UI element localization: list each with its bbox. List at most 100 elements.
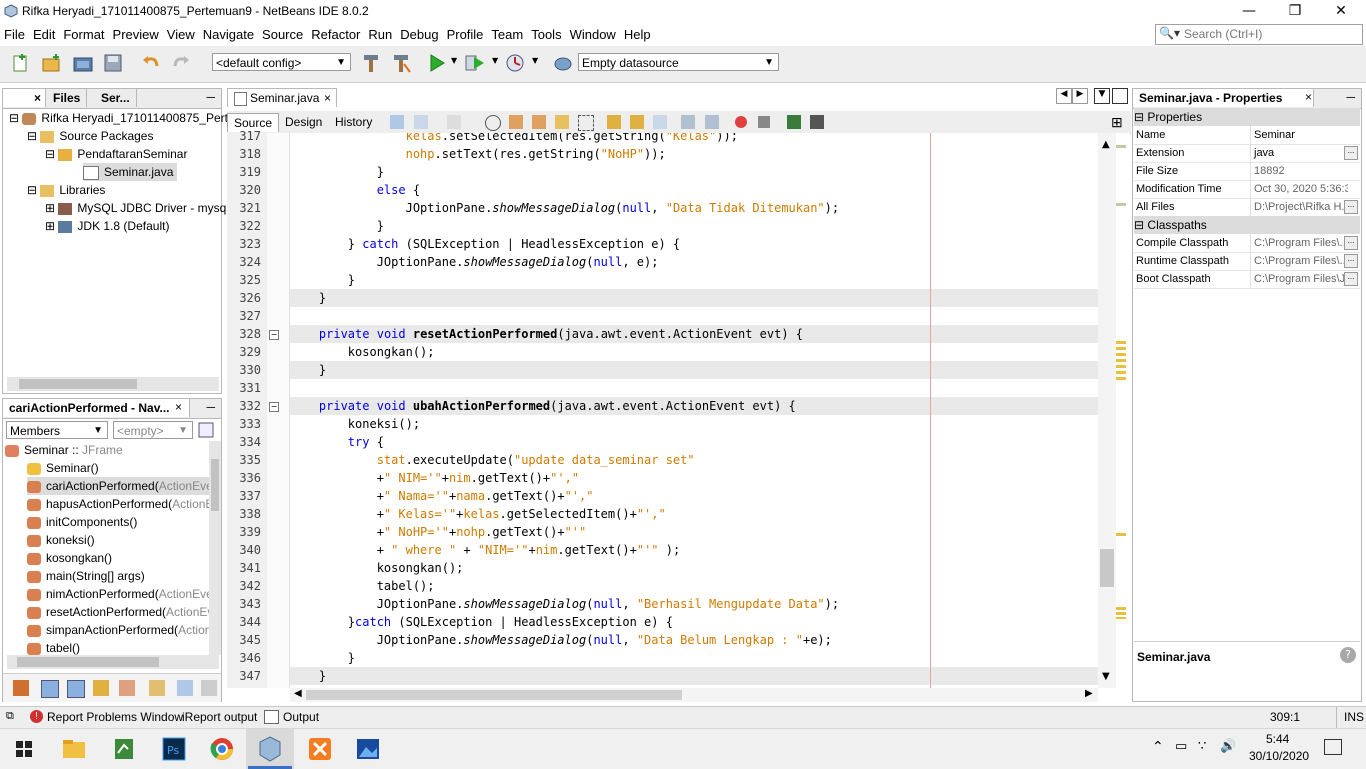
minimize-button[interactable]: — — [1226, 0, 1272, 24]
restore-windows-icon[interactable]: ⧉ — [6, 710, 14, 723]
new-project-icon[interactable] — [40, 52, 62, 74]
restore-button[interactable]: ❐ — [1272, 0, 1318, 24]
report-problems-button[interactable]: Report Problems Window — [47, 710, 183, 724]
expand-icon[interactable]: ⊞ — [45, 201, 55, 215]
property-value[interactable]: C:\Program Files\... — [1250, 252, 1348, 270]
show-hidden-icons[interactable]: ⌃ — [1152, 739, 1164, 755]
error-stripe[interactable] — [1116, 133, 1130, 688]
stripe-mark[interactable] — [1116, 145, 1126, 148]
minimize-panel-icon[interactable]: ─ — [206, 400, 215, 414]
filter-select[interactable]: <empty> ▼ — [113, 421, 193, 439]
tree-seminar-java[interactable]: Seminar.java — [83, 163, 178, 181]
stripe-mark[interactable] — [1116, 341, 1126, 381]
property-value[interactable]: Seminar — [1250, 126, 1348, 144]
config-select[interactable]: <default config> ▼ — [212, 53, 351, 71]
profile-icon[interactable] — [504, 52, 526, 74]
close-button[interactable]: ✕ — [1318, 0, 1364, 24]
clock-time[interactable]: 5:44 — [1266, 732, 1289, 746]
view-history[interactable]: History — [329, 113, 378, 131]
collapse-icon[interactable]: ⊟ — [27, 129, 37, 143]
navigator-class[interactable]: Seminar :: JFrame — [5, 441, 123, 459]
notepad-icon[interactable] — [106, 733, 142, 765]
windows-start-icon[interactable] — [6, 733, 42, 765]
fold-icon[interactable]: − — [269, 330, 279, 340]
navigator-member[interactable]: tabel() — [27, 639, 80, 655]
forward-icon[interactable] — [447, 115, 461, 129]
menu-window[interactable]: Window — [566, 24, 620, 42]
property-value[interactable]: D:\Project\Rifka H... — [1250, 198, 1348, 216]
edit-property-button[interactable]: ... — [1344, 272, 1358, 286]
menu-profile[interactable]: Profile — [443, 24, 488, 42]
tab-projects[interactable]: × — [3, 89, 46, 107]
clean-build-icon[interactable] — [390, 52, 412, 74]
property-row[interactable]: All Files D:\Project\Rifka H...... — [1134, 198, 1360, 217]
navigator-member[interactable]: nimActionPerformed(ActionEvent — [27, 585, 209, 603]
tree-source-packages[interactable]: ⊟ Source Packages — [27, 127, 153, 145]
property-value[interactable]: C:\Program Files\J... — [1250, 270, 1348, 288]
tree-mysql-driver[interactable]: ⊞ MySQL JDBC Driver - mysql-c — [45, 199, 239, 217]
property-row[interactable]: File Size 18892 — [1134, 162, 1360, 181]
next-bookmark-icon[interactable] — [630, 115, 644, 129]
comment-icon[interactable] — [787, 115, 801, 129]
scroll-left-icon[interactable]: ◀ — [1056, 88, 1072, 104]
menu-edit[interactable]: Edit — [29, 24, 59, 42]
toggle-highlight-icon[interactable] — [555, 115, 569, 129]
navigator-member[interactable]: koneksi() — [27, 531, 95, 549]
redo-icon[interactable] — [170, 52, 192, 74]
navigator-member[interactable]: Seminar() — [27, 459, 99, 477]
scroll-left-icon[interactable]: ◀ — [294, 688, 302, 699]
help-icon[interactable]: ? — [1340, 647, 1356, 663]
stripe-mark[interactable] — [1116, 203, 1126, 206]
menu-view[interactable]: View — [163, 24, 199, 42]
uncomment-icon[interactable] — [810, 115, 824, 129]
horizontal-scrollbar[interactable] — [7, 655, 219, 669]
properties-section[interactable]: ⊟ Properties — [1134, 108, 1360, 126]
volume-icon[interactable]: 🔊 — [1220, 739, 1236, 754]
filter-icon[interactable] — [197, 421, 215, 439]
view-design[interactable]: Design — [279, 113, 328, 131]
property-row[interactable]: Runtime Classpath C:\Program Files\...... — [1134, 252, 1360, 271]
tree-jdk[interactable]: ⊞ JDK 1.8 (Default) — [45, 217, 169, 235]
navigator-member[interactable]: resetActionPerformed(ActionEve — [27, 603, 209, 621]
menu-tools[interactable]: Tools — [527, 24, 565, 42]
menu-navigate[interactable]: Navigate — [199, 24, 258, 42]
scroll-right-icon[interactable]: ▶ — [1072, 88, 1088, 104]
split-editor-icon[interactable]: ⊞ — [1111, 114, 1123, 131]
edit-property-button[interactable]: ... — [1344, 200, 1358, 214]
menu-help[interactable]: Help — [620, 24, 655, 42]
edit-property-button[interactable]: ... — [1344, 236, 1358, 250]
properties-tab[interactable]: Seminar.java - Properties — [1133, 89, 1314, 107]
fqn-icon[interactable] — [149, 680, 165, 696]
classpaths-section[interactable]: ⊟ Classpaths — [1134, 216, 1360, 234]
toggle-rect-select-icon[interactable] — [578, 115, 594, 131]
menu-format[interactable]: Format — [59, 24, 108, 42]
menu-run[interactable]: Run — [364, 24, 396, 42]
tab-services[interactable]: Ser... — [95, 89, 137, 107]
code-editor[interactable]: kelas.setSelectedItem(res.getString("Kel… — [290, 133, 1098, 688]
back-icon[interactable] — [414, 115, 428, 129]
edit-property-button[interactable]: ... — [1344, 146, 1358, 160]
navigator-tab[interactable]: cariActionPerformed - Nav... — [3, 399, 190, 417]
collapse-icon[interactable]: ⊟ — [1134, 218, 1144, 232]
record-macro-icon[interactable] — [735, 116, 747, 128]
static-icon[interactable] — [67, 680, 85, 698]
toggle-bookmark-icon[interactable] — [653, 115, 667, 129]
property-row[interactable]: Name Seminar — [1134, 126, 1360, 145]
datasource-select[interactable]: Empty datasource ▼ — [578, 53, 779, 71]
menu-debug[interactable]: Debug — [396, 24, 442, 42]
scroll-up-icon[interactable]: ▲ — [1102, 139, 1110, 150]
open-project-icon[interactable] — [72, 52, 94, 74]
search-box[interactable]: 🔍▾ Search (Ctrl+I) — [1155, 24, 1363, 45]
property-value[interactable]: Oct 30, 2020 5:36:31 ... — [1250, 180, 1348, 198]
undo-icon[interactable] — [140, 52, 162, 74]
netbeans-taskbar-icon[interactable] — [252, 733, 288, 765]
close-icon[interactable]: × — [175, 400, 182, 414]
find-next-icon[interactable] — [532, 115, 546, 129]
run-icon[interactable] — [426, 52, 448, 74]
horizontal-scrollbar[interactable] — [7, 377, 219, 391]
menu-refactor[interactable]: Refactor — [307, 24, 364, 42]
find-icon[interactable] — [485, 115, 501, 131]
minimize-panel-icon[interactable]: ─ — [206, 90, 215, 104]
scroll-thumb[interactable] — [17, 657, 159, 667]
save-all-icon[interactable] — [102, 52, 124, 74]
